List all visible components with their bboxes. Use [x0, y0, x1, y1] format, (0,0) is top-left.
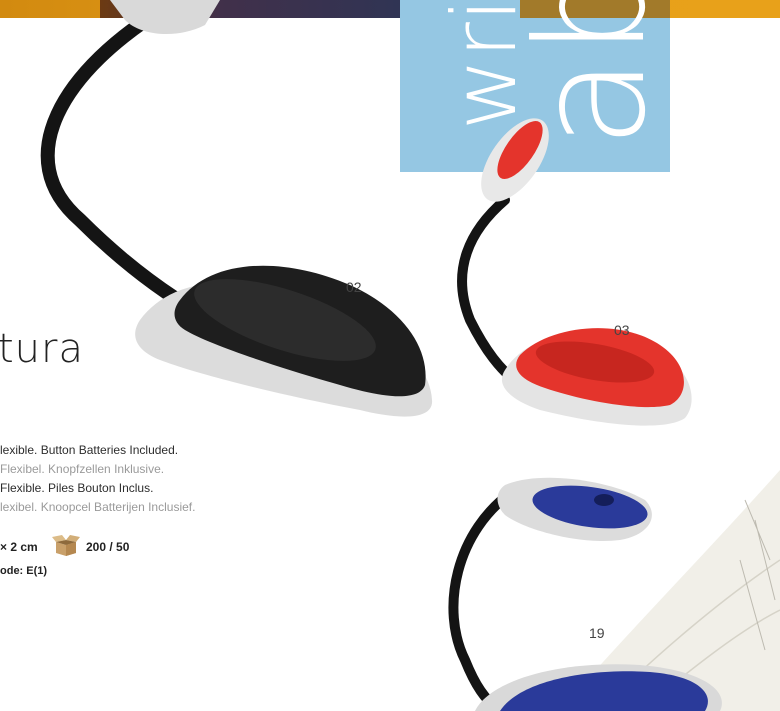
black-reading-light — [40, 0, 433, 417]
product-size: × 2 cm — [0, 540, 38, 554]
carton-quantity: 200 / 50 — [86, 540, 130, 554]
print-code: ode: E(1) — [0, 565, 48, 577]
description-german: Flexibel. Knopfzellen Inklusive. — [0, 462, 165, 476]
product-title: tura — [0, 326, 84, 372]
variant-number-19: 19 — [589, 625, 605, 641]
description-french: Flexible. Piles Bouton Inclus. — [0, 481, 154, 495]
red-reading-light — [457, 118, 692, 426]
variant-number-03: 03 — [614, 322, 630, 338]
description-dutch: lexibel. Knoopcel Batterijen Inclusief. — [0, 500, 196, 514]
open-box-icon — [52, 535, 80, 556]
product-photos — [40, 0, 780, 711]
variant-number-02: 02 — [346, 279, 362, 295]
description-english: lexible. Button Batteries Included. — [0, 443, 179, 457]
